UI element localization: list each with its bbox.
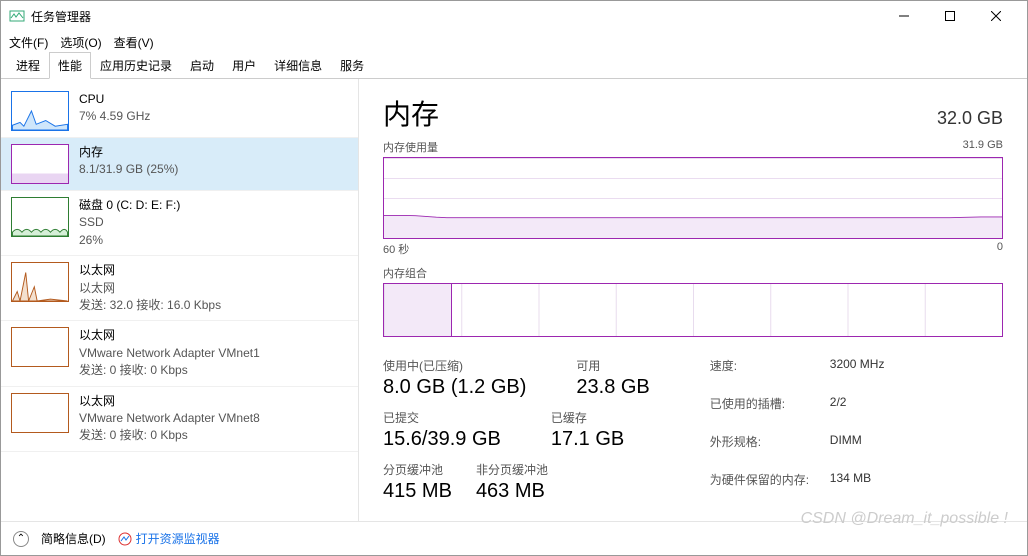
- sidebar-item-eth1[interactable]: 以太网以太网发送: 32.0 接收: 16.0 Kbps: [1, 256, 358, 321]
- cached-value: 17.1 GB: [551, 428, 624, 451]
- memory-capacity: 32.0 GB: [937, 108, 1003, 129]
- tab-5[interactable]: 详细信息: [265, 52, 331, 79]
- commit-value: 15.6/39.9 GB: [383, 428, 501, 451]
- mem-thumb-icon: [11, 144, 69, 184]
- minimize-button[interactable]: [881, 1, 927, 31]
- commit-label: 已提交: [383, 409, 501, 426]
- tab-6[interactable]: 服务: [331, 52, 373, 79]
- menu-file[interactable]: 文件(F): [9, 34, 48, 51]
- sidebar-item-cpu[interactable]: CPU7% 4.59 GHz: [1, 85, 358, 138]
- sidebar[interactable]: CPU7% 4.59 GHz内存8.1/31.9 GB (25%)磁盘 0 (C…: [1, 79, 359, 521]
- composition-label: 内存组合: [383, 265, 1003, 281]
- avail-value: 23.8 GB: [576, 376, 649, 399]
- maximize-button[interactable]: [927, 1, 973, 31]
- usage-chart-label: 内存使用量: [383, 139, 438, 155]
- sidebar-item-eth3[interactable]: 以太网VMware Network Adapter VMnet8发送: 0 接收…: [1, 387, 358, 452]
- memory-composition-chart[interactable]: [383, 283, 1003, 337]
- avail-label: 可用: [576, 357, 649, 374]
- menu-view[interactable]: 查看(V): [114, 34, 154, 51]
- paged-value: 415 MB: [383, 480, 452, 503]
- inuse-value: 8.0 GB (1.2 GB): [383, 376, 526, 399]
- cached-label: 已缓存: [551, 409, 624, 426]
- sidebar-item-eth2[interactable]: 以太网VMware Network Adapter VMnet1发送: 0 接收…: [1, 321, 358, 386]
- disk-thumb-icon: [11, 197, 69, 237]
- tab-4[interactable]: 用户: [223, 52, 265, 79]
- memory-usage-chart[interactable]: [383, 157, 1003, 239]
- eth2-thumb-icon: [11, 327, 69, 367]
- tab-0[interactable]: 进程: [7, 52, 49, 79]
- page-title: 内存: [383, 93, 439, 133]
- memory-properties: 速度:3200 MHz 已使用的插槽:2/2 外形规格:DIMM 为硬件保留的内…: [710, 357, 885, 503]
- close-button[interactable]: [973, 1, 1019, 31]
- inuse-label: 使用中(已压缩): [383, 357, 526, 374]
- nonpaged-label: 非分页缓冲池: [476, 461, 548, 478]
- usage-chart-max: 31.9 GB: [963, 139, 1003, 155]
- sidebar-item-mem[interactable]: 内存8.1/31.9 GB (25%): [1, 138, 358, 191]
- app-icon: [9, 8, 25, 24]
- toggle-details-icon[interactable]: ⌃: [13, 531, 29, 547]
- x-axis-end: 0: [997, 241, 1003, 257]
- menu-options[interactable]: 选项(O): [60, 34, 101, 51]
- footer: ⌃ 简略信息(D) 打开资源监视器: [1, 521, 1027, 555]
- window-title: 任务管理器: [31, 8, 881, 25]
- tab-3[interactable]: 启动: [181, 52, 223, 79]
- brief-info-link[interactable]: 简略信息(D): [41, 530, 106, 547]
- main-panel: 内存 32.0 GB 内存使用量 31.9 GB 60 秒 0 内存组合 使用中: [359, 79, 1027, 521]
- paged-label: 分页缓冲池: [383, 461, 452, 478]
- tab-2[interactable]: 应用历史记录: [91, 52, 181, 79]
- menubar: 文件(F) 选项(O) 查看(V): [1, 31, 1027, 53]
- cpu-thumb-icon: [11, 91, 69, 131]
- eth1-thumb-icon: [11, 262, 69, 302]
- open-resmon-link[interactable]: 打开资源监视器: [118, 530, 220, 547]
- tab-1[interactable]: 性能: [49, 52, 91, 79]
- resmon-icon: [118, 532, 132, 546]
- sidebar-item-disk[interactable]: 磁盘 0 (C: D: E: F:)SSD26%: [1, 191, 358, 256]
- x-axis-start: 60 秒: [383, 241, 409, 257]
- eth3-thumb-icon: [11, 393, 69, 433]
- tabbar: 进程性能应用历史记录启动用户详细信息服务: [1, 53, 1027, 79]
- nonpaged-value: 463 MB: [476, 480, 548, 503]
- titlebar: 任务管理器: [1, 1, 1027, 31]
